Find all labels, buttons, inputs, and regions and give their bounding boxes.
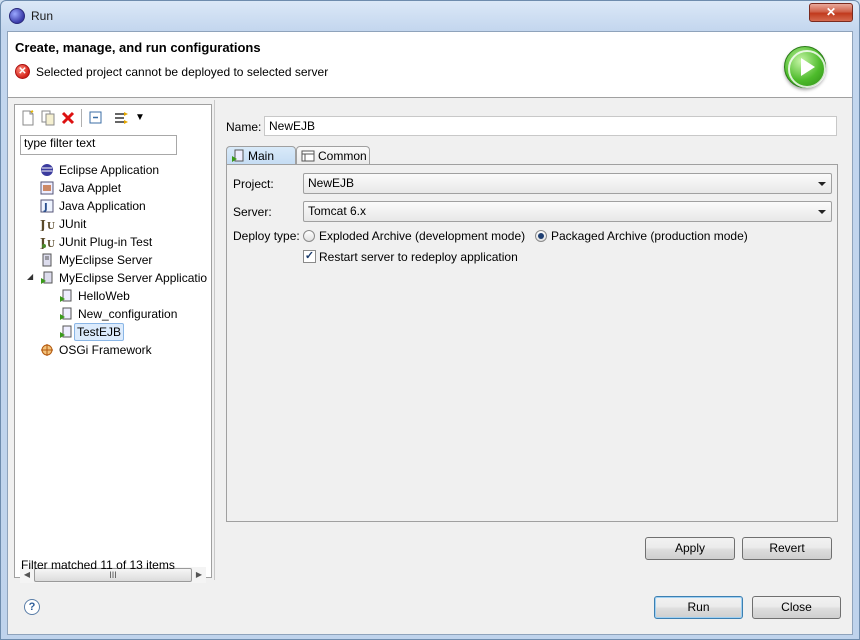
tab-common-label: Common: [318, 149, 367, 163]
launch-configurations-pane: ▼ type filter text Eclipse Application J…: [14, 104, 212, 583]
run-banner-icon: [784, 46, 826, 88]
title-bar[interactable]: Run ✕: [1, 1, 859, 31]
tree-item-label: HelloWeb: [78, 289, 130, 303]
expander-expanded-icon[interactable]: ◢: [27, 273, 41, 287]
revert-button[interactable]: Revert: [742, 537, 832, 560]
close-button[interactable]: Close: [752, 596, 841, 619]
tab-common[interactable]: Common: [296, 146, 370, 166]
pane-splitter[interactable]: [214, 100, 215, 580]
apply-button[interactable]: Apply: [645, 537, 735, 560]
toolbar-separator: [81, 109, 82, 127]
osgi-icon: [40, 343, 54, 357]
java-applet-icon: [40, 181, 54, 195]
tree-item-label: MyEclipse Server: [59, 253, 153, 267]
error-icon: ✕: [15, 64, 30, 79]
tab-main[interactable]: Main: [226, 146, 296, 166]
common-tab-icon: [301, 149, 315, 163]
main-tab-icon: [231, 149, 245, 163]
server-config-icon: [59, 289, 73, 303]
scroll-right-icon[interactable]: ▶: [192, 567, 206, 583]
tree-item-label: JUnit Plug-in Test: [59, 235, 153, 249]
tab-main-label: Main: [248, 149, 275, 163]
eclipse-icon: [9, 8, 25, 24]
filter-status-text: Filter matched 11 of 13 items: [21, 558, 175, 572]
deploy-type-label: Deploy type:: [233, 229, 300, 243]
name-input[interactable]: NewEJB: [264, 116, 837, 136]
project-select-value: NewEJB: [308, 176, 355, 190]
tree-item-label: Eclipse Application: [59, 163, 160, 177]
window-title: Run: [31, 9, 54, 23]
exploded-archive-radio[interactable]: [303, 230, 315, 242]
java-application-icon: J: [40, 199, 54, 213]
delete-icon[interactable]: [60, 110, 76, 126]
chevron-down-icon: [818, 210, 826, 214]
restart-server-label[interactable]: Restart server to redeploy application: [319, 250, 518, 264]
header-error-message: Selected project cannot be deployed to s…: [36, 65, 329, 79]
server-icon: [40, 253, 54, 267]
run-dialog-window: Run ✕ Create, manage, and run configurat…: [0, 0, 860, 640]
filter-input[interactable]: type filter text: [20, 135, 177, 155]
server-select[interactable]: Tomcat 6.x: [303, 201, 832, 222]
view-menu-icon[interactable]: ▼: [132, 110, 148, 126]
server-config-icon: [59, 307, 73, 321]
dialog-client-area: Create, manage, and run configurations ✕…: [7, 31, 853, 635]
help-icon[interactable]: ?: [24, 599, 40, 615]
svg-text:J: J: [40, 218, 46, 231]
server-config-icon: [59, 325, 73, 339]
eclipse-icon: [40, 163, 54, 177]
junit-icon: JU: [39, 217, 55, 232]
dialog-header: Create, manage, and run configurations ✕…: [8, 32, 852, 98]
window-close-button[interactable]: ✕: [809, 3, 853, 22]
svg-text:U: U: [47, 240, 55, 249]
filter-icon[interactable]: [113, 110, 129, 126]
junit-plugin-icon: JU: [39, 235, 55, 250]
tree-item-label: MyEclipse Server Applicatio: [59, 271, 208, 285]
tree-item-label: Java Applet: [59, 181, 122, 195]
tree-item-label: Java Application: [59, 199, 146, 213]
duplicate-icon[interactable]: [40, 110, 56, 126]
server-label: Server:: [233, 205, 272, 219]
name-label: Name:: [226, 120, 262, 134]
exploded-archive-label[interactable]: Exploded Archive (development mode): [319, 229, 525, 243]
svg-text:U: U: [47, 222, 55, 231]
main-tab-panel: Project: NewEJB Server: Tomcat 6.x Deplo…: [226, 164, 838, 522]
tree-item-label: TestEJB: [74, 323, 125, 341]
chevron-down-icon: [818, 182, 826, 186]
collapse-all-icon[interactable]: [88, 110, 104, 126]
tree-item-label: JUnit: [59, 217, 87, 231]
svg-text:J: J: [43, 202, 48, 213]
restart-server-checkbox[interactable]: ✓: [303, 250, 316, 263]
tree-item-label: OSGi Framework: [59, 343, 152, 357]
server-select-value: Tomcat 6.x: [308, 204, 367, 218]
run-button[interactable]: Run: [654, 596, 743, 619]
tree-item-label: New_configuration: [78, 307, 178, 321]
project-label: Project:: [233, 177, 274, 191]
new-launch-configuration-icon[interactable]: [20, 110, 36, 126]
server-application-icon: [40, 271, 54, 285]
launch-config-toolbar: ▼: [15, 105, 211, 131]
header-title: Create, manage, and run configurations: [15, 40, 261, 55]
packaged-archive-radio[interactable]: [535, 230, 547, 242]
project-select[interactable]: NewEJB: [303, 173, 832, 194]
packaged-archive-label[interactable]: Packaged Archive (production mode): [551, 229, 748, 243]
